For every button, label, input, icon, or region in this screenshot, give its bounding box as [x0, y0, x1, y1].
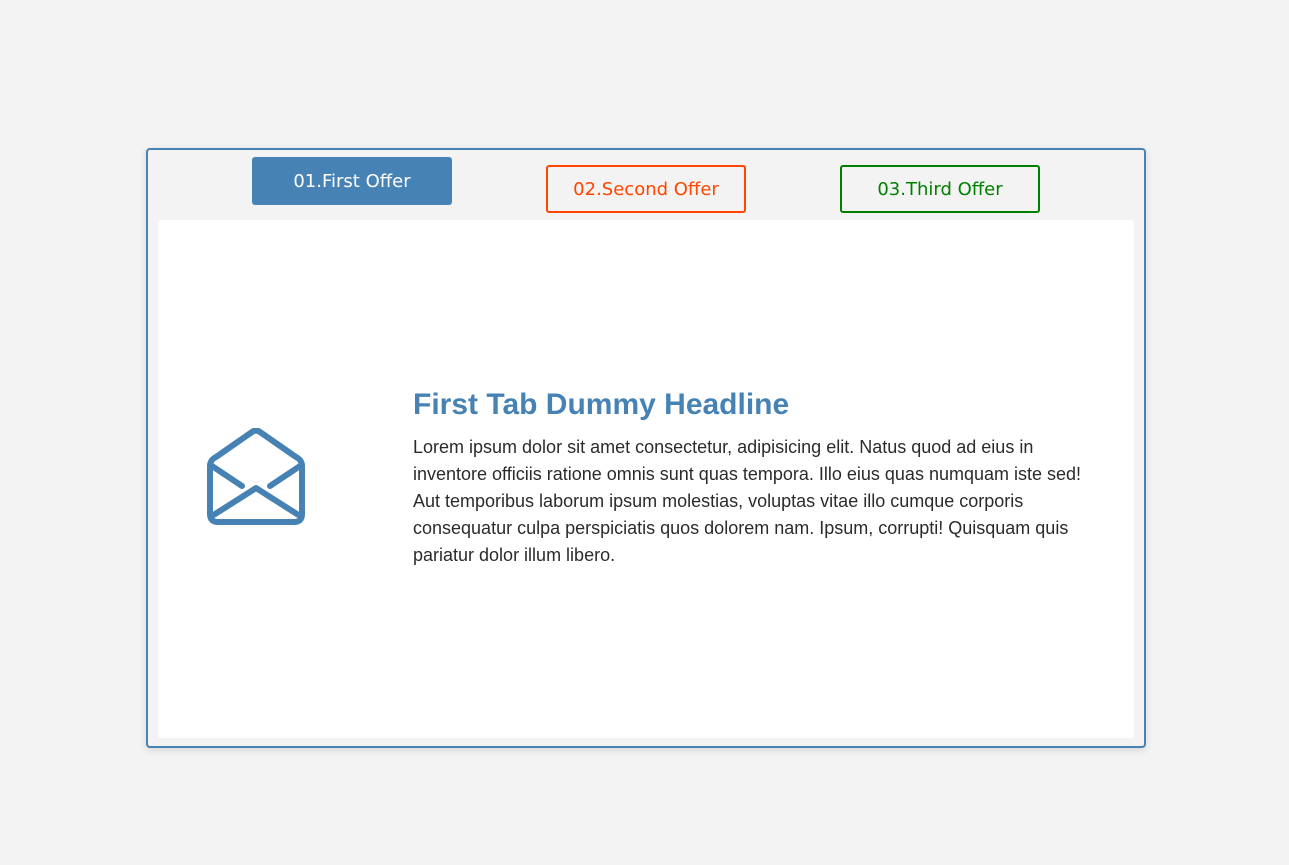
- panel-body-text: Lorem ipsum dolor sit amet consectetur, …: [413, 437, 1082, 565]
- panel-content: First Tab Dummy Headline Lorem ipsum dol…: [413, 386, 1083, 569]
- tab-panel: First Tab Dummy Headline Lorem ipsum dol…: [158, 220, 1134, 738]
- panel-headline: First Tab Dummy Headline: [413, 388, 790, 421]
- tab-third-offer[interactable]: 03.Third Offer: [840, 165, 1040, 213]
- tab-second-offer[interactable]: 02.Second Offer: [546, 165, 746, 213]
- envelope-open-icon: [204, 428, 308, 528]
- tabs-widget: 01.First Offer 02.Second Offer 03.Third …: [146, 148, 1146, 748]
- tab-first-offer[interactable]: 01.First Offer: [252, 157, 452, 205]
